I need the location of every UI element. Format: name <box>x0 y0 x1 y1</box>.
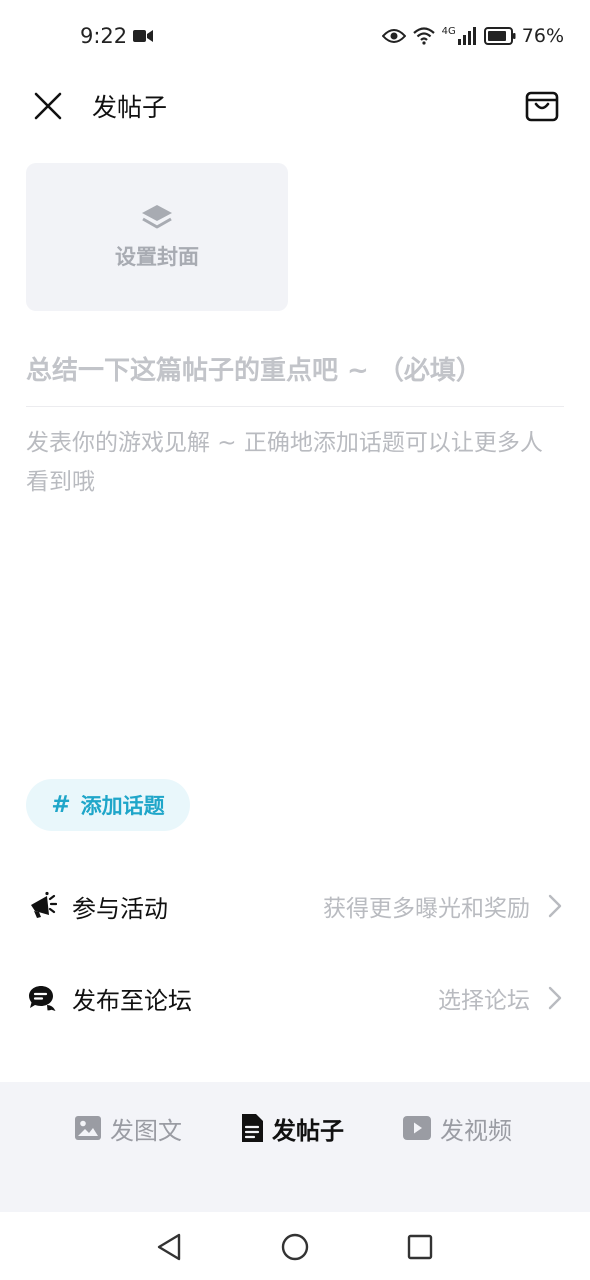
bag-icon <box>525 91 559 122</box>
megaphone-icon <box>26 890 58 922</box>
add-topic-button[interactable]: # 添加话题 <box>26 779 190 831</box>
image-icon <box>75 1116 101 1140</box>
wifi-icon <box>412 27 436 45</box>
publish-to-forum-row[interactable]: 发布至论坛 选择论坛 <box>26 968 564 1028</box>
post-type-tabs: 发图文 发帖子 发视频 <box>0 1104 590 1152</box>
publish-to-forum-label: 发布至论坛 <box>72 986 192 1015</box>
post-editor-screen: 9:22 4G 76% 发帖子 设置封面 总结一下这篇帖子的重点吧 ~ （必填）… <box>0 0 590 1280</box>
status-time: 9:22 <box>80 24 128 48</box>
document-icon <box>242 1114 263 1142</box>
close-icon <box>34 92 62 120</box>
forum-chat-icon <box>26 982 58 1014</box>
status-right: 4G 76% <box>381 25 564 47</box>
title-input[interactable]: 总结一下这篇帖子的重点吧 ~ （必填） <box>26 340 564 396</box>
tab-image-text-label: 发图文 <box>110 1116 182 1145</box>
battery-icon <box>483 27 516 45</box>
tab-image-text[interactable]: 发图文 <box>74 1111 182 1146</box>
signal-icon <box>457 27 478 45</box>
nav-recents-button[interactable] <box>403 1230 437 1264</box>
tab-video[interactable]: 发视频 <box>402 1111 512 1146</box>
tab-post-label: 发帖子 <box>272 1116 344 1145</box>
home-circle-icon <box>281 1233 309 1261</box>
status-left: 9:22 <box>80 24 154 48</box>
eye-icon <box>381 28 406 44</box>
recents-square-icon <box>407 1234 433 1260</box>
post-type-tabbar: 发图文 发帖子 发视频 <box>0 1082 590 1212</box>
nav-back-button[interactable] <box>152 1230 186 1264</box>
close-button[interactable] <box>28 86 68 126</box>
join-activity-row[interactable]: 参与活动 获得更多曝光和奖励 <box>26 876 564 936</box>
header: 发帖子 <box>0 72 590 140</box>
select-forum-hint: 选择论坛 <box>438 988 530 1014</box>
chevron-right-icon <box>548 984 564 1012</box>
status-bar: 9:22 4G 76% <box>0 0 590 72</box>
body-input[interactable]: 发表你的游戏见解 ~ 正确地添加话题可以让更多人看到哦 <box>26 424 564 544</box>
add-topic-label: 添加话题 <box>80 794 165 818</box>
tab-post[interactable]: 发帖子 <box>240 1111 344 1146</box>
join-activity-hint: 获得更多曝光和奖励 <box>323 896 530 922</box>
tab-video-label: 发视频 <box>440 1116 512 1145</box>
hash-icon: # <box>51 792 71 818</box>
layers-icon <box>142 205 172 229</box>
battery-percent: 76% <box>521 25 564 47</box>
system-nav-bar <box>0 1212 590 1280</box>
play-video-icon <box>403 1116 431 1140</box>
video-record-icon <box>133 29 154 43</box>
chevron-right-icon <box>548 892 564 920</box>
drafts-button[interactable] <box>522 86 562 126</box>
network-type-label: 4G <box>441 25 456 37</box>
nav-home-button[interactable] <box>278 1230 312 1264</box>
join-activity-label: 参与活动 <box>72 894 168 923</box>
set-cover-label: 设置封面 <box>115 245 199 269</box>
divider <box>26 406 564 407</box>
back-triangle-icon <box>157 1233 181 1261</box>
set-cover-button[interactable]: 设置封面 <box>26 163 288 311</box>
page-title: 发帖子 <box>92 93 168 122</box>
